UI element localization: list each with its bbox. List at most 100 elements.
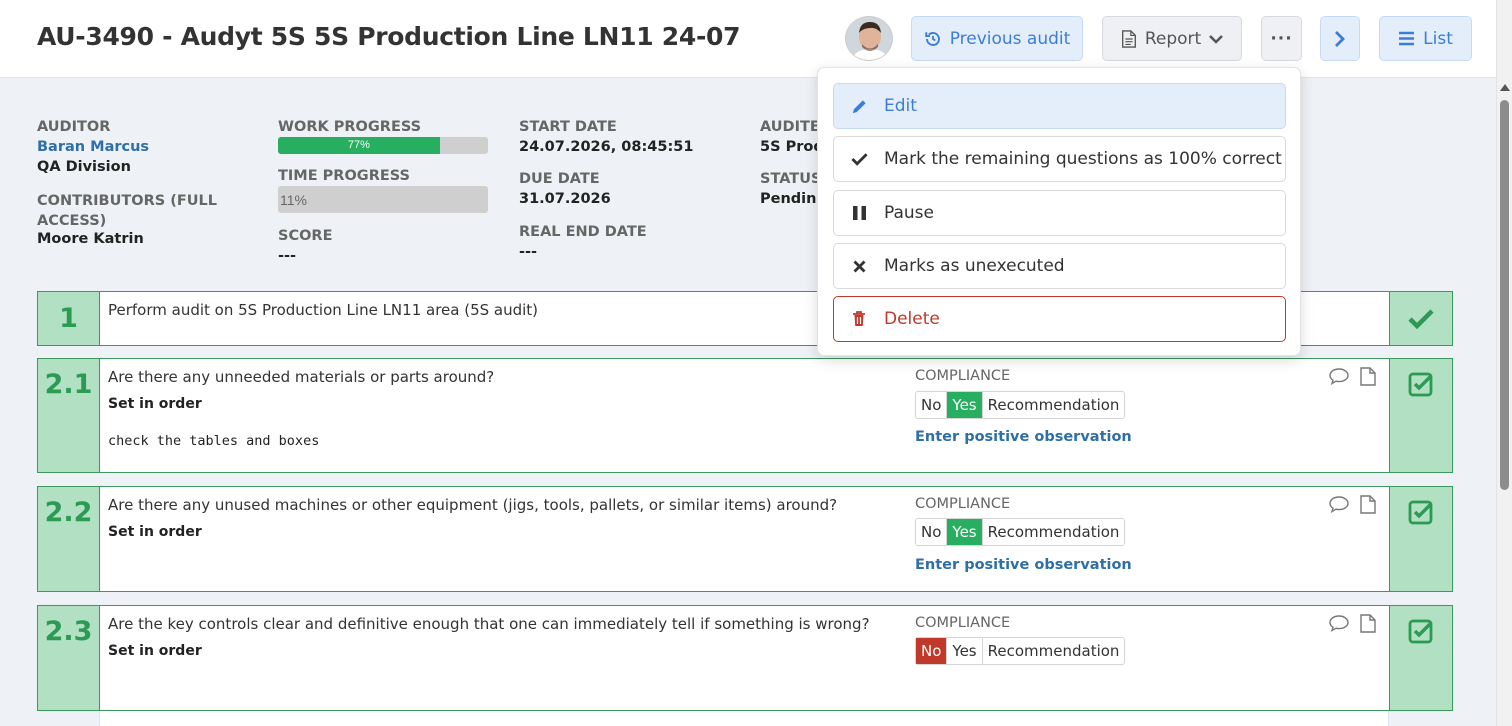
check-square-icon <box>1408 372 1433 397</box>
question-note: check the tables and boxes <box>108 433 320 449</box>
question-text: Are the key controls clear and definitiv… <box>108 615 870 633</box>
compliance-selector: No Yes Recommendation <box>915 518 1126 546</box>
auditor-label: AUDITOR <box>37 119 111 135</box>
option-yes[interactable]: Yes <box>947 519 983 545</box>
menu-item-label: Marks as unexecuted <box>884 256 1065 276</box>
user-avatar-icon <box>846 17 892 60</box>
row-actions <box>1328 367 1376 386</box>
scroll-up-arrow-icon[interactable] <box>1500 84 1510 91</box>
row-actions <box>1328 614 1376 633</box>
due-date-label: DUE DATE <box>519 171 600 187</box>
file-icon[interactable] <box>1360 495 1376 514</box>
auditor-division: QA Division <box>37 159 131 175</box>
compliance-selector: No Yes Recommendation <box>915 391 1126 419</box>
row-number: 2.2 <box>38 487 100 591</box>
scrollbar[interactable] <box>1496 0 1512 726</box>
question-category: Set in order <box>108 396 202 412</box>
compliance-selector: No Yes Recommendation <box>915 637 1126 665</box>
report-dropdown-button[interactable]: Report <box>1102 16 1242 61</box>
more-actions-button[interactable]: ··· <box>1261 16 1302 61</box>
question-row: 2.2 Are there any unused machines or oth… <box>37 486 1453 592</box>
start-date-label: START DATE <box>519 119 617 135</box>
row-number: 2.3 <box>38 606 100 710</box>
score-label: SCORE <box>278 228 333 244</box>
list-button[interactable]: List <box>1379 16 1472 61</box>
comment-icon[interactable] <box>1328 495 1350 513</box>
previous-audit-button[interactable]: Previous audit <box>911 16 1083 61</box>
check-icon <box>850 153 868 166</box>
more-actions-menu: Edit Mark the remaining questions as 100… <box>817 67 1301 356</box>
more-label: ··· <box>1270 28 1293 49</box>
row-status[interactable] <box>1389 359 1452 472</box>
list-icon <box>1399 31 1415 46</box>
question-text: Are there any unused machines or other e… <box>108 496 838 514</box>
document-icon <box>1121 29 1136 48</box>
file-icon[interactable] <box>1360 367 1376 386</box>
compliance-label: COMPLIANCE <box>915 496 1011 512</box>
list-label: List <box>1423 28 1453 49</box>
report-label: Report <box>1144 28 1202 49</box>
start-date-value: 24.07.2026, 08:45:51 <box>519 139 694 155</box>
contributors-label: CONTRIBUTORS (FULL ACCESS) <box>37 193 218 229</box>
menu-item-mark-unexecuted[interactable]: Marks as unexecuted <box>833 243 1286 289</box>
menu-item-pause[interactable]: Pause <box>833 190 1286 236</box>
option-recommendation[interactable]: Recommendation <box>983 519 1125 545</box>
time-progress-label: TIME PROGRESS <box>278 168 410 184</box>
score-value: --- <box>278 248 297 264</box>
chevron-right-icon <box>1335 30 1345 47</box>
compliance-label: COMPLIANCE <box>915 368 1011 384</box>
row-status[interactable] <box>1389 606 1452 710</box>
menu-item-mark-correct[interactable]: Mark the remaining questions as 100% cor… <box>833 136 1286 182</box>
x-icon <box>853 260 865 272</box>
due-date-value: 31.07.2026 <box>519 191 611 207</box>
real-end-date-label: REAL END DATE <box>519 224 647 240</box>
check-square-icon <box>1408 500 1433 525</box>
page-title: AU-3490 - Audyt 5S 5S Production Line LN… <box>37 22 741 51</box>
menu-item-label: Mark the remaining questions as 100% cor… <box>884 149 1282 169</box>
chevron-down-icon <box>1209 34 1224 44</box>
work-progress-bar: 77% <box>278 137 488 154</box>
menu-item-label: Edit <box>884 96 917 116</box>
question-text: Perform audit on 5S Production Line LN11… <box>108 301 539 319</box>
row-status[interactable] <box>1389 487 1452 591</box>
option-no[interactable]: No <box>916 638 948 664</box>
question-category: Set in order <box>108 643 202 659</box>
menu-item-label: Pause <box>884 203 934 223</box>
positive-observation-link[interactable]: Enter positive observation <box>915 557 1132 573</box>
real-end-date-value: --- <box>519 244 538 260</box>
check-icon <box>1408 308 1434 329</box>
row-status[interactable] <box>1389 292 1452 345</box>
question-row: 2.1 Are there any unneeded materials or … <box>37 358 1453 473</box>
row-actions <box>1328 495 1376 514</box>
next-row-partial <box>99 711 1389 726</box>
menu-item-label: Delete <box>884 309 940 329</box>
option-yes[interactable]: Yes <box>947 392 983 418</box>
scrollbar-thumb[interactable] <box>1500 100 1509 490</box>
work-progress-fill: 77% <box>278 137 440 154</box>
auditor-name-link[interactable]: Baran Marcus <box>37 139 149 155</box>
option-recommendation[interactable]: Recommendation <box>983 392 1125 418</box>
option-no[interactable]: No <box>916 392 948 418</box>
check-square-icon <box>1408 619 1433 644</box>
question-category: Set in order <box>108 524 202 540</box>
pencil-icon <box>852 99 866 113</box>
menu-item-edit[interactable]: Edit <box>833 83 1286 129</box>
file-icon[interactable] <box>1360 614 1376 633</box>
menu-item-delete[interactable]: Delete <box>833 296 1286 342</box>
comment-icon[interactable] <box>1328 614 1350 632</box>
comment-icon[interactable] <box>1328 367 1350 385</box>
next-audit-button[interactable] <box>1320 16 1360 61</box>
contributors-value: Moore Katrin <box>37 231 144 247</box>
avatar[interactable] <box>845 16 893 61</box>
time-progress-bar: 11% <box>278 186 488 213</box>
pause-icon <box>852 206 866 220</box>
history-icon <box>925 31 940 46</box>
positive-observation-link[interactable]: Enter positive observation <box>915 429 1132 445</box>
trash-icon <box>853 311 865 326</box>
work-progress-label: WORK PROGRESS <box>278 119 422 135</box>
audited-value: 5S Prod <box>760 139 824 155</box>
option-yes[interactable]: Yes <box>947 638 983 664</box>
option-no[interactable]: No <box>916 519 948 545</box>
previous-audit-label: Previous audit <box>949 28 1071 49</box>
option-recommendation[interactable]: Recommendation <box>983 638 1125 664</box>
